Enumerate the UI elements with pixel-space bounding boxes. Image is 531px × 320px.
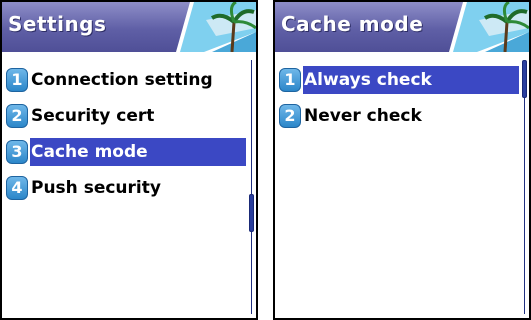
scrollbar-track xyxy=(251,60,252,314)
number-badge-icon: 1 xyxy=(6,68,28,92)
menu-item-label: Security cert xyxy=(31,106,155,126)
menu-item-label: Cache mode xyxy=(30,138,246,166)
number-badge-icon: 2 xyxy=(6,104,28,128)
palm-tree-beach-icon xyxy=(449,2,529,52)
screen-title: Cache mode xyxy=(281,12,424,36)
title-bar: Cache mode xyxy=(275,2,529,52)
scrollbar-thumb[interactable] xyxy=(522,60,527,98)
scrollbar-thumb[interactable] xyxy=(249,194,254,232)
menu-item-cache-mode[interactable]: 3 Cache mode xyxy=(2,134,246,170)
settings-menu: 1 Connection setting 2 Security cert 3 C… xyxy=(2,62,246,206)
palm-tree-beach-icon xyxy=(176,2,256,52)
number-badge-icon: 4 xyxy=(6,176,28,200)
scrollbar-track xyxy=(524,60,525,314)
menu-item-always-check[interactable]: 1 Always check xyxy=(275,62,519,98)
menu-item-label: Connection setting xyxy=(31,70,213,90)
menu-item-label: Always check xyxy=(303,66,519,94)
title-bar: Settings xyxy=(2,2,256,52)
number-badge-icon: 1 xyxy=(279,68,301,92)
menu-item-connection-setting[interactable]: 1 Connection setting xyxy=(2,62,246,98)
number-badge-icon: 2 xyxy=(279,104,301,128)
scrollbar[interactable] xyxy=(249,60,254,314)
menu-item-push-security[interactable]: 4 Push security xyxy=(2,170,246,206)
menu-item-label: Push security xyxy=(31,178,161,198)
number-badge-icon: 3 xyxy=(6,140,28,164)
cache-mode-screen: Cache mode 1 Always check 2 Never check xyxy=(273,0,531,320)
settings-screen: Settings 1 Connection setting 2 Security… xyxy=(0,0,258,320)
menu-item-never-check[interactable]: 2 Never check xyxy=(275,98,519,134)
menu-item-label: Never check xyxy=(304,106,422,126)
screen-title: Settings xyxy=(8,12,107,36)
cache-mode-menu: 1 Always check 2 Never check xyxy=(275,62,519,134)
menu-item-security-cert[interactable]: 2 Security cert xyxy=(2,98,246,134)
scrollbar[interactable] xyxy=(522,60,527,314)
